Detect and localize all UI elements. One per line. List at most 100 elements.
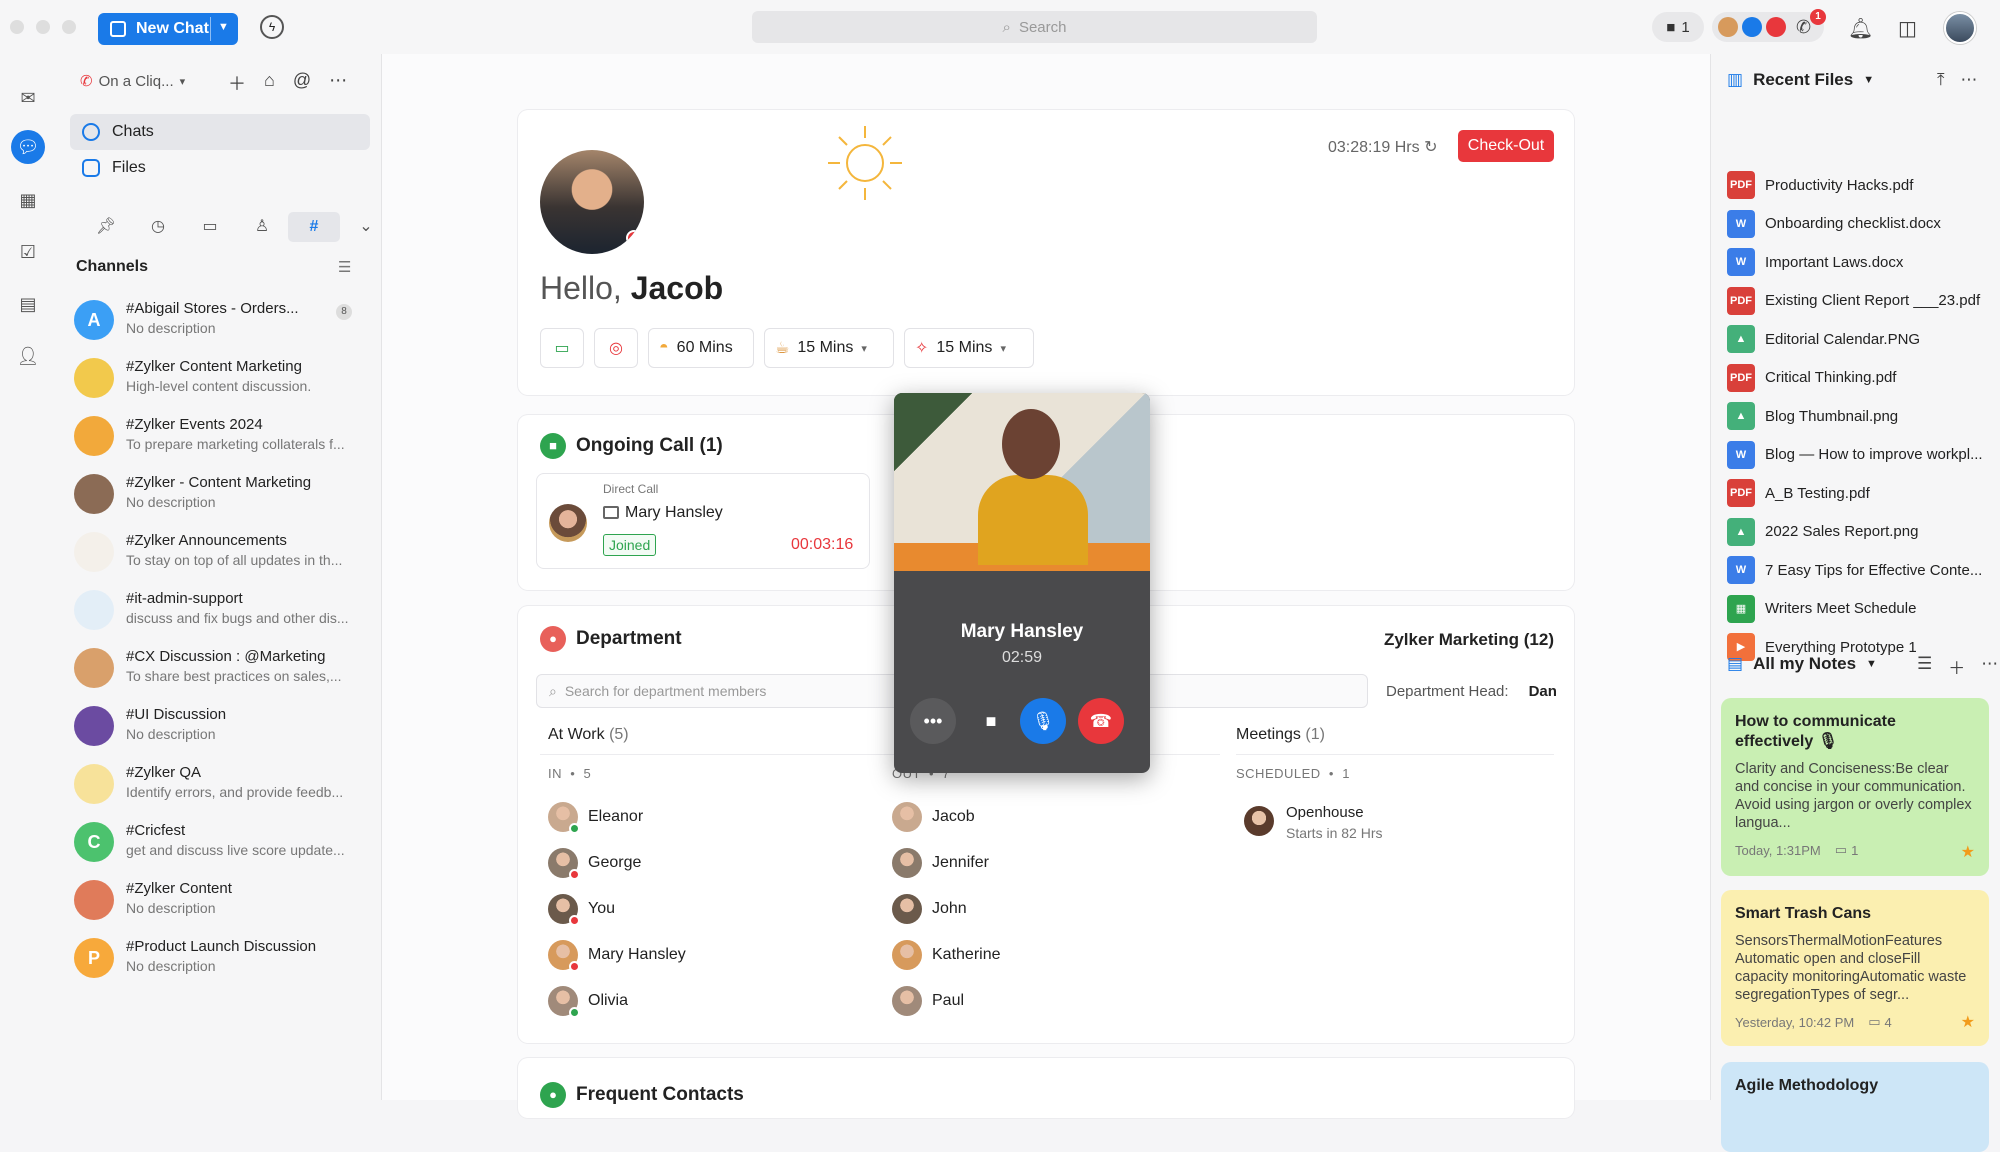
out-member-item[interactable]: Jennifer [892,848,989,878]
new-chat-button[interactable]: New Chat ▼ [98,13,238,45]
recent-file-item[interactable]: W Blog — How to improve workpl... [1727,440,1997,470]
profile-photo[interactable] [540,150,644,254]
video-call-indicator[interactable]: ■ 1 [1652,12,1704,42]
note-card[interactable]: How to communicate effectively 🎙 Clarity … [1721,698,1989,876]
in-member-item[interactable]: Mary Hansley [548,940,686,972]
break-chip[interactable]: ✧ 15 Mins ▾ [904,328,1034,368]
notes-icon[interactable]: ▤ [14,290,42,318]
out-member-item[interactable]: Paul [892,986,964,1016]
active-call-controls[interactable]: ✆ [1712,12,1824,42]
tasks-icon[interactable]: ☑ [14,238,42,266]
recent-file-item[interactable]: W 7 Easy Tips for Effective Conte... [1727,555,1997,585]
chevron-down-icon[interactable]: ▼ [1866,658,1877,670]
out-member-item[interactable]: Katherine [892,940,1001,970]
channel-item[interactable]: #Zylker Announcements To stay on top of a… [74,526,374,580]
in-member-item[interactable]: You [548,894,615,926]
lunch-break-chip[interactable]: ◓ 60 Mins [648,328,754,368]
contacts-icon[interactable]: 👤︎ [14,342,42,370]
person-icon[interactable]: ♙ [236,212,288,242]
channel-item[interactable]: P #Product Launch Discussion No descriptio… [74,932,374,986]
recent-file-item[interactable]: PDF A_B Testing.pdf [1727,478,1997,508]
recent-file-item[interactable]: ▦ Writers Meet Schedule [1727,594,1997,624]
channel-item[interactable]: #Zylker - Content Marketing No descriptio… [74,468,374,522]
focus-chip[interactable]: ◎ [594,328,638,368]
recent-files-title[interactable]: Recent Files [1753,70,1853,90]
recent-file-item[interactable]: W Onboarding checklist.docx [1727,209,1997,239]
more-options-button[interactable]: ••• [910,698,956,744]
phone-icon[interactable]: ✆ [1796,17,1811,38]
work-mode-chip[interactable]: ▭ [540,328,584,368]
pin-icon[interactable]: 📌︎ [80,212,132,242]
search-bar[interactable]: ⌕ Search [752,11,1317,43]
mail-icon[interactable]: ✉ [14,84,42,112]
refresh-icon[interactable]: ↻ [1424,139,1437,156]
window-minimize-button[interactable] [36,20,50,34]
upload-icon[interactable]: ⤒ [1937,70,1945,90]
check-out-button[interactable]: Check-Out [1458,130,1554,162]
channel-item[interactable]: #it-admin-support discuss and fix bugs an… [74,584,374,638]
bell-icon[interactable]: 🔔︎ [1848,16,1873,41]
recent-file-item[interactable]: ▲ Blog Thumbnail.png [1727,401,1997,431]
recent-file-item[interactable]: PDF Critical Thinking.pdf [1727,363,1997,393]
calendar-icon[interactable]: ▦ [14,186,42,214]
out-member-item[interactable]: Jacob [892,802,975,832]
note-card[interactable]: Smart Trash Cans SensorsThermalMotionFeat… [1721,890,1989,1046]
channel-item[interactable]: #Zylker Content Marketing High-level cont… [74,352,374,406]
call-item[interactable]: Direct Call Mary Hansley Joined 00:03:16 [536,473,870,569]
sidebar-item-files[interactable]: Files [70,150,370,186]
note-card[interactable]: Agile Methodology [1721,1062,1989,1152]
microphone-icon[interactable] [1742,17,1762,37]
channel-item[interactable]: #CX Discussion : @Marketing To share best… [74,642,374,696]
call-popup[interactable]: Mary Hansley 02:59 ••• ■ 🎙︎ ☎︎ [894,393,1150,773]
in-member-item[interactable]: Olivia [548,986,628,1018]
channel-item[interactable]: #Zylker Content No description [74,874,374,928]
star-icon[interactable]: ★ [1961,842,1975,862]
video-toggle-button[interactable]: ■ [968,698,1014,744]
sidebar-toggle-icon[interactable]: ◫ [1898,16,1917,41]
more-icon[interactable]: ⋯ [1981,654,1998,679]
chat-icon[interactable]: 💬︎ [11,130,45,164]
more-icon[interactable]: ⋯ [1961,70,1978,90]
recent-file-item[interactable]: PDF Existing Client Report ___23.pdf [1727,286,1997,316]
channel-item[interactable]: #UI Discussion No description [74,700,374,754]
sidebar-item-chats[interactable]: Chats [70,114,370,150]
coffee-break-chip[interactable]: ☕︎ 15 Mins ▾ [764,328,894,368]
microphone-button[interactable]: 🎙︎ [1020,698,1066,744]
meeting-details[interactable]: Openhouse Starts in 82 Hrs [1286,804,1382,841]
threads-icon[interactable]: ▭ [184,212,236,242]
channel-item[interactable]: #Zylker QA Identify errors, and provide f… [74,758,374,812]
chevron-down-icon[interactable]: ▼ [1863,74,1874,86]
channel-item[interactable]: A #Abigail Stores - Orders... No descripti… [74,294,374,348]
recent-file-item[interactable]: W Important Laws.docx [1727,247,1997,277]
channel-item[interactable]: #Zylker Events 2024 To prepare marketing … [74,410,374,464]
filter-icon[interactable]: ☰ [1917,654,1932,679]
member-name: Jacob [932,808,975,825]
recent-file-item[interactable]: PDF Productivity Hacks.pdf [1727,170,1997,200]
in-member-item[interactable]: Eleanor [548,802,643,834]
hashtag-icon[interactable]: # [288,212,340,242]
window-close-button[interactable] [10,20,24,34]
filter-icon[interactable]: ☰ [338,258,351,276]
recent-file-item[interactable]: ▲ Editorial Calendar.PNG [1727,324,1997,354]
channel-item[interactable]: C #Cricfest get and discuss live score upd… [74,816,374,870]
window-zoom-button[interactable] [62,20,76,34]
mention-icon[interactable]: @ [293,70,311,96]
plus-icon[interactable]: ＋ [1948,654,1965,679]
bolt-icon[interactable]: ϟ [260,15,284,39]
star-icon[interactable]: ★ [1961,1012,1975,1032]
home-icon[interactable]: ⌂ [264,70,275,96]
in-member-item[interactable]: George [548,848,641,880]
greeting-name: Jacob [630,270,724,306]
plus-icon[interactable]: ＋ [228,70,246,96]
org-switcher[interactable]: ✆ On a Cliq... ▾ [80,72,185,91]
meeting-item[interactable] [1244,806,1274,836]
more-icon[interactable]: ⋯ [329,70,347,96]
clock-icon[interactable]: ◷ [132,212,184,242]
chevron-down-icon[interactable]: ▼ [218,21,229,33]
hang-up-icon[interactable] [1766,17,1786,37]
recent-file-item[interactable]: ▲ 2022 Sales Report.png [1727,517,1997,547]
notes-title[interactable]: All my Notes [1753,654,1856,674]
out-member-item[interactable]: John [892,894,967,924]
hang-up-button[interactable]: ☎︎ [1078,698,1124,744]
user-avatar[interactable] [1944,12,1976,44]
